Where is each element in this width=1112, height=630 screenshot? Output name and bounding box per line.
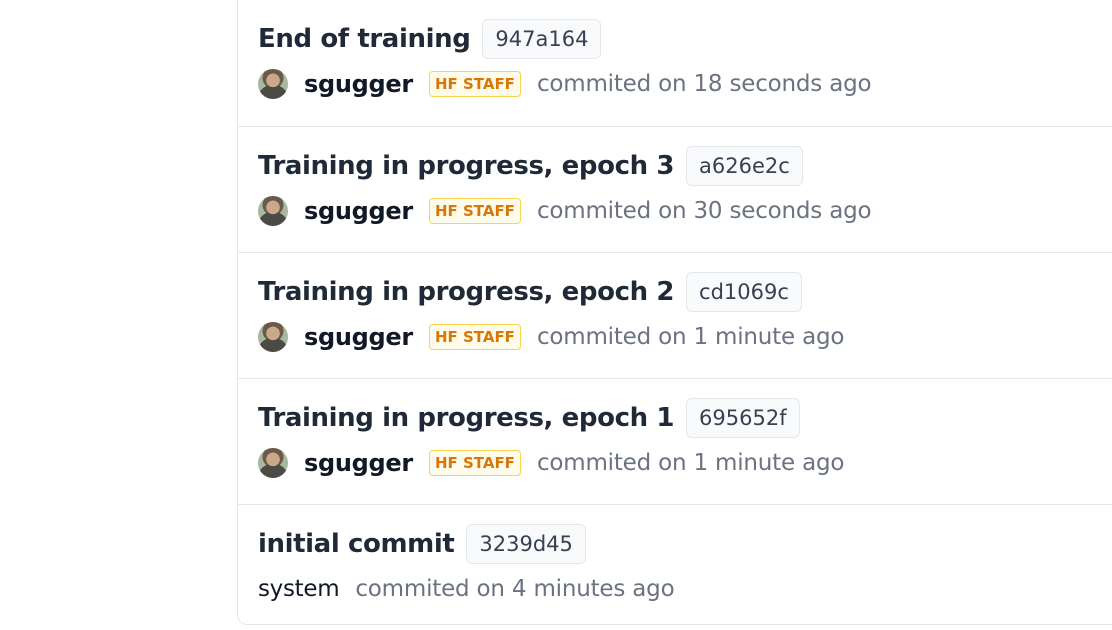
commit-sha-button[interactable]: cd1069c [686, 272, 802, 312]
staff-badge: HF STAFF [428, 324, 521, 350]
commit-list: End of training 947a164 sgugger HF STAFF… [237, 0, 1112, 625]
commit-meta-row: system commited on 4 minutes ago [258, 573, 675, 605]
author-link[interactable]: sgugger [304, 449, 413, 477]
commit-time: commited on 30 seconds ago [536, 198, 872, 224]
commit-item: initial commit 3239d45 system commited o… [238, 504, 1112, 630]
commit-sha-button[interactable]: 3239d45 [466, 524, 586, 564]
commit-meta-row: sgugger HF STAFF commited on 1 minute ag… [258, 321, 844, 353]
commit-title-link[interactable]: Training in progress, epoch 3 [258, 151, 674, 181]
commit-title-row: End of training 947a164 [258, 18, 602, 60]
commit-sha-button[interactable]: a626e2c [686, 146, 803, 186]
commit-sha-button[interactable]: 947a164 [482, 19, 602, 59]
commit-time: commited on 18 seconds ago [536, 71, 872, 97]
commit-meta-row: sgugger HF STAFF commited on 30 seconds … [258, 195, 872, 227]
commit-time: commited on 1 minute ago [536, 324, 845, 350]
commit-title-link[interactable]: initial commit [258, 529, 455, 559]
commit-sha-button[interactable]: 695652f [686, 398, 800, 438]
commit-time: commited on 1 minute ago [536, 450, 845, 476]
commit-item: Training in progress, epoch 2 cd1069c sg… [238, 252, 1112, 378]
commit-title-row: initial commit 3239d45 [258, 523, 586, 565]
commit-item: End of training 947a164 sgugger HF STAFF… [238, 0, 1112, 126]
avatar-icon[interactable] [258, 69, 288, 99]
avatar-icon[interactable] [258, 322, 288, 352]
avatar-icon[interactable] [258, 196, 288, 226]
commit-title-link[interactable]: End of training [258, 24, 471, 54]
author-link[interactable]: sgugger [304, 70, 413, 98]
commit-meta-row: sgugger HF STAFF commited on 1 minute ag… [258, 447, 844, 479]
staff-badge: HF STAFF [428, 198, 521, 224]
commit-title-row: Training in progress, epoch 1 695652f [258, 397, 800, 439]
commit-title-row: Training in progress, epoch 2 cd1069c [258, 271, 802, 313]
commit-item: Training in progress, epoch 1 695652f sg… [238, 378, 1112, 504]
author-link[interactable]: sgugger [304, 323, 413, 351]
commit-time: commited on 4 minutes ago [355, 576, 675, 602]
commit-item: Training in progress, epoch 3 a626e2c sg… [238, 126, 1112, 252]
commit-meta-row: sgugger HF STAFF commited on 18 seconds … [258, 68, 872, 100]
staff-badge: HF STAFF [428, 71, 521, 97]
avatar-icon[interactable] [258, 448, 288, 478]
commit-title-row: Training in progress, epoch 3 a626e2c [258, 145, 803, 187]
author-link[interactable]: sgugger [304, 197, 413, 225]
commit-title-link[interactable]: Training in progress, epoch 1 [258, 403, 674, 433]
commit-title-link[interactable]: Training in progress, epoch 2 [258, 277, 674, 307]
staff-badge: HF STAFF [428, 450, 521, 476]
author-label: system [258, 576, 340, 602]
